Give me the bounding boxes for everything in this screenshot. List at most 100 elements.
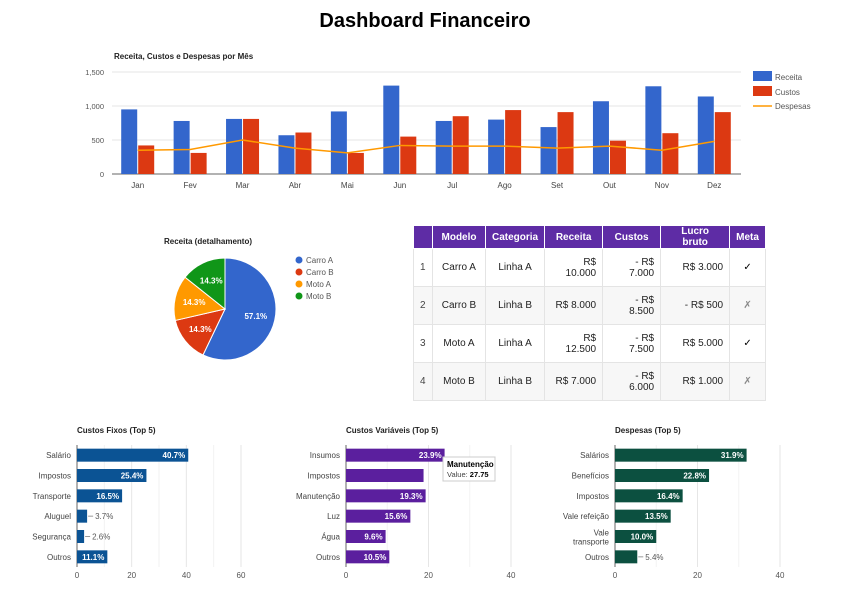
page-title: Dashboard Financeiro [319,10,531,32]
y-category-label: Impostos [308,472,340,481]
bar-custos [714,112,731,174]
bar-custos [347,152,364,174]
bar-value-label: 19.3% [400,492,423,501]
bar [77,509,88,523]
x-tick-label: Mai [341,181,354,190]
bar-receita [383,85,400,174]
x-tick-label: Jan [131,181,144,190]
top5-bar-charts: Custos Fixos (Top 5) 0 20 40 60 Salário 40.7% I… [32,426,785,580]
y-category-label: Manutenção [296,492,341,501]
revenue-costs-expenses-chart: Receita, Custos e Despesas por Mês 0 500 1,… [85,52,811,190]
bar [346,469,424,482]
table-body: 1 Carro A Linha A R$ 10.000- R$ 7.000 R$ 3.0… [413,248,766,401]
x-tick-label: 60 [237,571,246,580]
table-header-cell: Receita [544,225,604,249]
table-row: 2 Carro B Linha B R$ 8.000- R$ 8.500- R$ 50… [413,286,766,325]
bar-value-label: 11.1% [82,553,104,562]
bar-receita [645,86,662,174]
tooltip-title: Manutenção [447,460,494,469]
legend-label: Despesas [775,102,811,111]
table-cell: Carro A [432,248,486,287]
table-cell: R$ 3.000 [660,248,731,287]
table-cell: - R$ 7.500 [602,324,662,363]
y-category-label: Outros [585,553,609,562]
y-category-label: Água [321,533,340,542]
y-tick-label: 500 [91,136,104,145]
y-tick-label: 1,000 [85,102,104,111]
y-category-label: Outros [47,553,71,562]
y-category-label: Segurança [32,533,71,542]
y-category-label: Vale refeição [563,512,610,521]
bar-receita [226,118,243,174]
x-tick-label: Set [551,181,564,190]
x-tick-label: Abr [289,181,302,190]
x-tick-label: Jul [447,181,457,190]
legend-label: Carro B [306,268,334,277]
table-cell: Moto B [432,362,486,401]
table-header-cell [413,225,433,249]
legend-dot [295,280,303,288]
y-category-label: Salários [580,451,609,460]
legend-label: Receita [775,73,803,82]
table-header-row: Modelo Categoria Receita Custos Lucro bruto M… [413,225,766,249]
table-cell: - R$ 6.000 [602,362,662,401]
bar-value-label: 3.7% [95,512,113,521]
revenue-breakdown-pie: Receita (detalhamento) 57.1% 14.3% 14.3% 14.… [164,237,334,361]
table-header-cell: Modelo [432,225,486,249]
table-cell: ✓ [729,248,766,287]
legend-label: Custos [775,88,800,97]
table-cell: 3 [413,324,433,363]
pie-value-label: 14.3% [200,277,223,286]
bar-chart-title: Despesas (Top 5) [615,426,681,435]
table-cell: R$ 12.500 [544,324,604,363]
bar-custos [557,112,574,174]
table-cell: - R$ 7.000 [602,248,662,287]
table-cell: 4 [413,362,433,401]
table-cell: 1 [413,248,433,287]
table-row: 1 Carro A Linha A R$ 10.000- R$ 7.000 R$ 3.0… [413,248,766,287]
table-cell: Carro B [432,286,486,325]
bar-custos [190,152,207,174]
y-category-label: Benefícios [572,472,609,481]
y-category-label: transporte [573,538,610,547]
legend-label: Moto A [306,280,332,289]
bar-value-label: 31.9% [721,451,744,460]
bar-receita [121,109,138,174]
bar-value-label: 5.4% [645,553,663,562]
bar-value-label: 10.0% [631,533,654,542]
y-category-label: Aluguel [44,512,71,521]
x-tick-label: 20 [693,571,702,580]
table-cell: - R$ 8.500 [602,286,662,325]
y-category-label: Luz [327,512,340,521]
y-tick-label: 1,500 [85,68,104,77]
bar-value-label: 2.6% [92,533,110,542]
table-cell: R$ 1.000 [660,362,731,401]
table-header-cell: Meta [729,225,766,249]
table-row: 4 Moto B Linha B R$ 7.000- R$ 6.000 R$ 1.000… [413,362,766,401]
legend-swatch-receita [753,71,772,81]
x-tick-label: Jun [393,181,406,190]
x-tick-label: Out [603,181,617,190]
legend-dot [295,268,303,276]
bar-chart-title: Custos Fixos (Top 5) [77,426,156,435]
table-header-cell: Lucro bruto [660,225,731,249]
bar [615,550,638,564]
x-tick-label: 0 [344,571,349,580]
pie-value-label: 14.3% [183,298,206,307]
x-tick-label: 40 [182,571,191,580]
y-category-label: Transporte [33,492,72,501]
table-cell: Linha A [484,248,546,287]
y-tick-label: 0 [100,170,104,179]
x-tick-label: 0 [613,571,618,580]
chart-title: Receita, Custos e Despesas por Mês [114,52,254,61]
models-table-container: Modelo Categoria Receita Custos Lucro bruto M… [413,225,766,401]
x-tick-label: 20 [127,571,136,580]
x-tick-label: Dez [707,181,721,190]
table-cell: Linha A [484,324,546,363]
table-cell: R$ 7.000 [544,362,604,401]
bar-custos [243,118,260,174]
tooltip-value-number: 27.75 [470,470,489,479]
y-category-label: Insumos [310,451,340,460]
bar-custos [295,132,312,174]
table-header-cell: Custos [602,225,662,249]
